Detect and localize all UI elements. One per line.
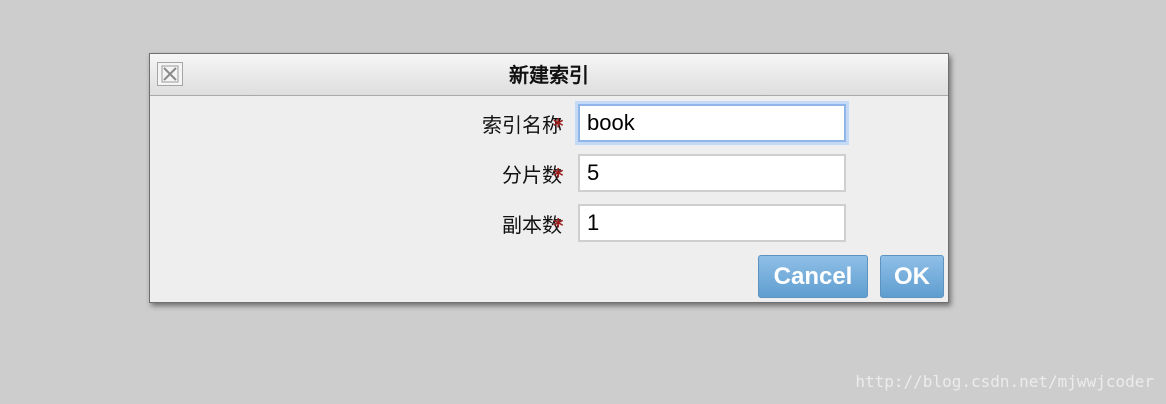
- ok-button[interactable]: OK: [880, 255, 944, 298]
- required-mark: *: [553, 164, 564, 188]
- replicas-input[interactable]: [578, 204, 846, 242]
- new-index-dialog: 新建索引 索引名称 * 分片数 * 副本数 * Cancel OK: [149, 53, 949, 303]
- shards-input[interactable]: [578, 154, 846, 192]
- dialog-title: 新建索引: [509, 63, 589, 87]
- watermark: http://blog.csdn.net/mjwwjcoder: [855, 372, 1154, 391]
- form-row-index-name: 索引名称 *: [150, 104, 948, 142]
- required-mark: *: [553, 214, 564, 238]
- required-mark: *: [553, 114, 564, 138]
- index-name-input[interactable]: [578, 104, 846, 142]
- form-row-replicas: 副本数 *: [150, 204, 948, 242]
- cancel-button[interactable]: Cancel: [758, 255, 868, 298]
- dialog-titlebar: 新建索引: [150, 54, 948, 96]
- form-row-shards: 分片数 *: [150, 154, 948, 192]
- index-name-label: 索引名称: [482, 113, 562, 137]
